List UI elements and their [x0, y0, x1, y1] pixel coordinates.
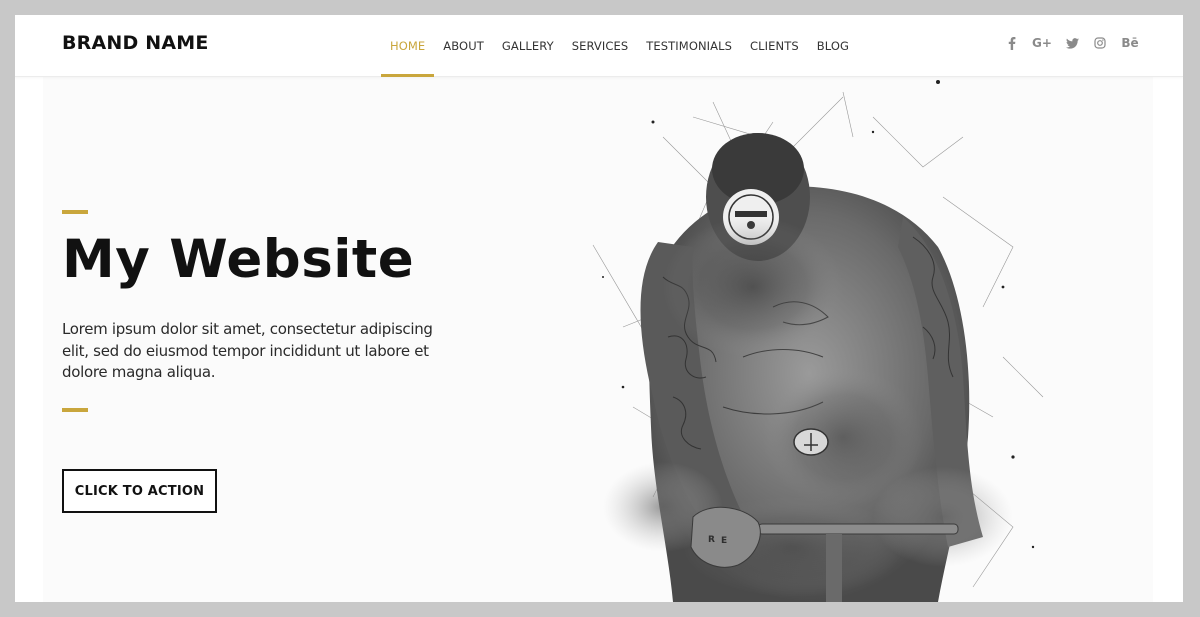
instagram-icon[interactable] [1093, 35, 1107, 51]
behance-icon[interactable]: Bē [1121, 35, 1139, 51]
twitter-icon[interactable] [1065, 35, 1079, 51]
nav-item-clients[interactable]: CLIENTS [741, 15, 808, 76]
nav-item-home[interactable]: HOME [381, 15, 435, 77]
navbar: BRAND NAME HOME ABOUT GALLERY SERVICES T… [15, 15, 1183, 77]
cta-button[interactable]: CLICK TO ACTION [62, 469, 217, 513]
svg-text:E: E [721, 536, 727, 546]
accent-divider-bottom [62, 408, 88, 412]
hero-section: My Website Lorem ipsum dolor sit amet, c… [43, 77, 1153, 602]
svg-text:R: R [708, 535, 715, 545]
nav-item-blog[interactable]: BLOG [808, 15, 858, 76]
social-links: G+ Bē [1005, 35, 1139, 51]
nav-item-gallery[interactable]: GALLERY [493, 15, 563, 76]
facebook-icon[interactable] [1005, 35, 1019, 51]
page-frame: BRAND NAME HOME ABOUT GALLERY SERVICES T… [15, 15, 1183, 602]
hero-image: R E [592, 80, 1044, 602]
accent-divider-top [62, 210, 88, 214]
brand-logo[interactable]: BRAND NAME [62, 32, 209, 54]
nav-item-services[interactable]: SERVICES [563, 15, 638, 76]
hero-description: Lorem ipsum dolor sit amet, consectetur … [62, 320, 433, 381]
nav-item-testimonials[interactable]: TESTIMONIALS [637, 15, 741, 76]
nav-item-about[interactable]: ABOUT [434, 15, 493, 76]
google-plus-icon[interactable]: G+ [1032, 35, 1052, 51]
main-nav: HOME ABOUT GALLERY SERVICES TESTIMONIALS… [381, 15, 858, 77]
hero-title: My Website [62, 229, 415, 290]
